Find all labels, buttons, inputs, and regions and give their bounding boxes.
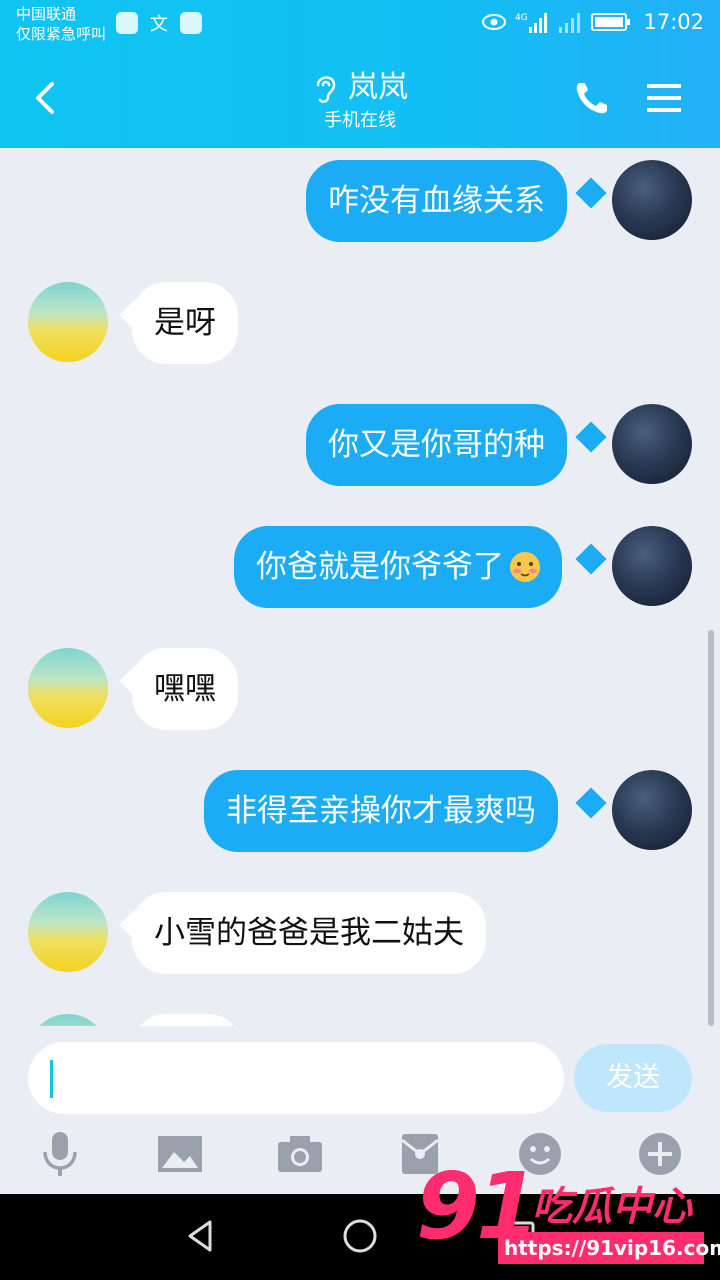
my-avatar[interactable]	[612, 160, 692, 240]
message-text: 小雪的爸爸是我二姑夫	[154, 915, 464, 951]
watermark-url: https://91vip16.com	[498, 1232, 720, 1264]
eye-icon	[482, 14, 507, 30]
signal-4g-icon: 4G	[515, 13, 548, 33]
my-avatar[interactable]	[612, 526, 692, 606]
my-avatar[interactable]	[612, 404, 692, 484]
send-button[interactable]: 发送	[574, 1044, 692, 1112]
message-bubble-sent[interactable]: 你爸就是你爷爷了	[234, 526, 562, 608]
contact-title[interactable]: 岚岚	[312, 68, 408, 108]
title-block: 岚岚 手机在线	[0, 68, 720, 133]
bubble-tail	[575, 421, 607, 453]
status-bar: 中国联通 仅限紧急呼叫 文 4G 17:02	[0, 0, 720, 48]
message-bubble-received[interactable]: 小雪的爸爸是我二姑夫	[132, 892, 486, 974]
contact-avatar[interactable]	[28, 282, 108, 362]
message-list[interactable]: 咋没有血缘关系 是呀 你又是你哥的种 你爸就是你爷爷了 嘿嘿 非得至亲操你才最爽…	[0, 148, 720, 1026]
chat-header: 中国联通 仅限紧急呼叫 文 4G 17:02 岚岚 手机在线	[0, 0, 720, 148]
bubble-tail	[575, 543, 607, 575]
menu-icon[interactable]	[644, 78, 684, 118]
svg-text:4G: 4G	[515, 13, 528, 23]
map-pin-icon	[180, 12, 202, 34]
message-bubble-sent[interactable]: 非得至亲操你才最爽吗	[204, 770, 558, 852]
message-text: 嘿嘿	[154, 671, 216, 707]
message-text: 是呀	[154, 305, 216, 341]
contact-avatar[interactable]	[28, 648, 108, 728]
message-text: 你爸就是你爷爷了	[256, 549, 504, 585]
message-input[interactable]	[28, 1042, 564, 1114]
bubble-tail	[575, 177, 607, 209]
image-icon[interactable]	[156, 1130, 204, 1178]
message-text: 咋没有血缘关系	[328, 183, 545, 219]
watermark-name: 吃瓜中心	[532, 1184, 692, 1230]
back-triangle-icon[interactable]	[180, 1216, 220, 1256]
home-circle-icon[interactable]	[340, 1216, 380, 1256]
scrollbar[interactable]	[708, 630, 714, 1026]
contact-status: 手机在线	[324, 110, 396, 131]
message-text: 非得至亲操你才最爽吗	[226, 793, 536, 829]
translate-icon: 文	[150, 14, 168, 34]
carrier-name: 中国联通	[16, 5, 77, 23]
message-text: 你又是你哥的种	[328, 427, 545, 463]
message-bubble-sent[interactable]: 咋没有血缘关系	[306, 160, 567, 242]
message-bubble-received[interactable]: 是呀	[132, 282, 238, 364]
carrier-note: 仅限紧急呼叫	[16, 25, 107, 43]
phone-icon[interactable]	[572, 78, 612, 118]
signal-icon	[559, 13, 581, 33]
bilibili-icon	[116, 12, 138, 34]
svg-text:文: 文	[150, 14, 168, 34]
watermark: 91 吃瓜中心 https://91vip16.com	[416, 1153, 720, 1268]
carrier-info: 中国联通 仅限紧急呼叫	[16, 4, 106, 44]
notification-icons: 文	[116, 12, 202, 34]
message-bubble-received[interactable]: 嘿嘿	[132, 648, 238, 730]
message-bubble-sent[interactable]: 你又是你哥的种	[306, 404, 567, 486]
my-avatar[interactable]	[612, 770, 692, 850]
bubble-tail	[575, 787, 607, 819]
message-bubble-received[interactable]	[132, 1014, 242, 1026]
contact-avatar[interactable]	[28, 1014, 108, 1026]
ear-icon	[316, 76, 336, 103]
camera-icon[interactable]	[276, 1130, 324, 1178]
shy-face-emoji	[510, 552, 540, 582]
text-cursor	[50, 1060, 53, 1098]
microphone-icon[interactable]	[36, 1130, 84, 1178]
clock: 17:02	[643, 10, 704, 34]
contact-avatar[interactable]	[28, 892, 108, 972]
battery-icon	[591, 13, 631, 31]
contact-name: 岚岚	[348, 70, 408, 105]
status-right: 4G 17:02	[481, 10, 704, 34]
